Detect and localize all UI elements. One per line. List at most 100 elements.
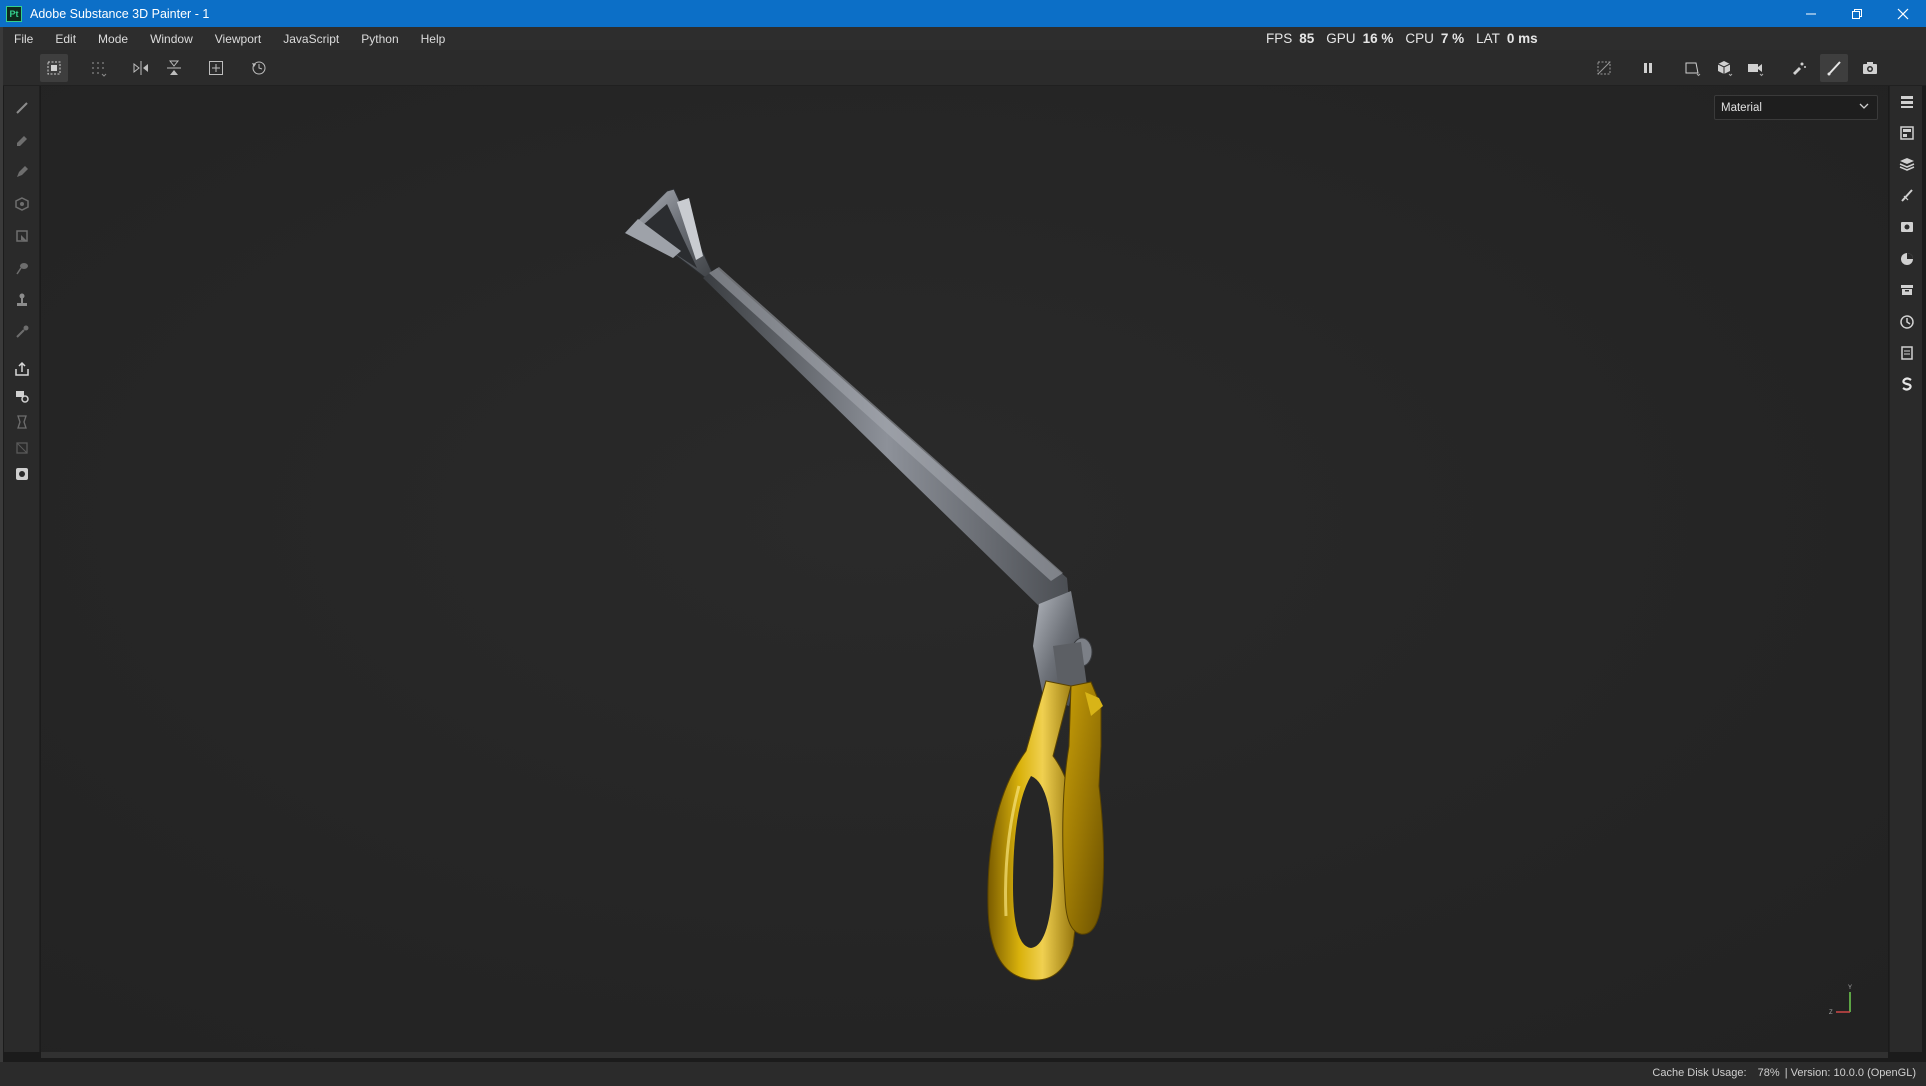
projection-tool[interactable]: [12, 162, 32, 182]
render-icon: [16, 468, 28, 480]
shader-settings-button[interactable]: [1897, 249, 1917, 269]
view-3d-icon: [1717, 61, 1733, 77]
status-info: Cache Disk Usage: 78% | Version: 10.0.0 …: [1644, 1067, 1916, 1079]
restore-button[interactable]: [1834, 0, 1880, 27]
axis-gizmo: Y Z: [1829, 985, 1852, 1016]
forceps-jaw: [624, 188, 714, 280]
hide-icon: [1597, 61, 1611, 75]
minimize-button[interactable]: [1788, 0, 1834, 27]
bake-icon: [15, 361, 29, 376]
cache-value: 78%: [1757, 1067, 1780, 1079]
channel-dropdown[interactable]: Material: [1714, 95, 1878, 120]
menu-edit[interactable]: Edit: [44, 27, 87, 50]
minimize-icon: [1806, 13, 1816, 14]
uv-tool[interactable]: [12, 438, 32, 458]
texture-set-list-icon: [1901, 96, 1913, 108]
display-settings-icon: [1901, 222, 1913, 232]
fps-value: 85: [1299, 31, 1315, 46]
forceps-shaft: [703, 267, 1071, 626]
close-icon: [1897, 8, 1909, 19]
window-title: Adobe Substance 3D Painter - 1: [30, 6, 210, 21]
forceps-handle-rear: [1062, 681, 1105, 935]
export-icon: [16, 391, 29, 403]
geometry-mask-tool[interactable]: [12, 226, 32, 246]
export-tool[interactable]: [12, 386, 32, 406]
pause-button[interactable]: [1634, 54, 1662, 82]
cache-label: Cache Disk Usage:: [1652, 1067, 1747, 1079]
window-controls: [1788, 0, 1926, 27]
polygon-fill-icon: [15, 197, 29, 211]
symmetry-y-icon: [167, 60, 181, 75]
history-button[interactable]: [1897, 312, 1917, 332]
add-frame-button[interactable]: [202, 54, 230, 82]
bucket-tool[interactable]: [12, 412, 32, 432]
layers-button[interactable]: [1897, 154, 1917, 174]
surgical-forceps-model: [624, 188, 1105, 981]
camera-button[interactable]: [1741, 54, 1769, 82]
add-frame-icon: [209, 61, 223, 75]
menu-viewport[interactable]: Viewport: [204, 27, 272, 50]
log-button[interactable]: [1897, 343, 1917, 363]
paint-mode-button[interactable]: [1820, 54, 1848, 82]
screenshot-button[interactable]: [1856, 54, 1884, 82]
bake-tool[interactable]: [12, 359, 32, 379]
cpu-value: 7 %: [1440, 31, 1465, 46]
3d-viewport[interactable]: Y Z: [41, 86, 1888, 1052]
bucket-icon: [17, 415, 27, 429]
gpu-value: 16 %: [1362, 31, 1394, 46]
view-2d-button[interactable]: [1678, 54, 1706, 82]
smudge-icon: [16, 263, 28, 275]
menu-help[interactable]: Help: [410, 27, 457, 50]
chevron-down-icon: [1859, 103, 1869, 109]
hide-button[interactable]: [1590, 54, 1618, 82]
reset-button[interactable]: [245, 54, 273, 82]
smudge-tool[interactable]: [12, 258, 32, 278]
performance-stats: FPS 85 GPU 16 % CPU 7 % LAT 0 ms: [1266, 27, 1550, 50]
properties-button[interactable]: [1897, 185, 1917, 205]
close-button[interactable]: [1880, 0, 1926, 27]
texture-set-settings-icon: [1900, 126, 1914, 140]
polygon-fill-tool[interactable]: [12, 194, 32, 214]
view-3d-button[interactable]: [1710, 54, 1738, 82]
assets-button[interactable]: [1897, 280, 1917, 300]
substance-button[interactable]: [1897, 374, 1917, 394]
texture-set-settings-button[interactable]: [1897, 123, 1917, 143]
clone-tool[interactable]: [12, 290, 32, 310]
cpu-label: CPU: [1405, 31, 1434, 46]
screenshot-icon: [1863, 62, 1877, 74]
geometry-mask-icon: [16, 230, 28, 242]
paint-tool[interactable]: [12, 98, 32, 118]
symmetry-x-icon: [133, 61, 148, 75]
menu-file[interactable]: File: [0, 27, 44, 50]
symmetry-x-button[interactable]: [127, 54, 155, 82]
color-picker-icon: [16, 325, 29, 338]
symmetry-y-button[interactable]: [160, 54, 188, 82]
projection-icon: [17, 166, 28, 177]
render-tool[interactable]: [12, 464, 32, 484]
select-button[interactable]: [40, 54, 68, 82]
shader-settings-icon: [1901, 253, 1913, 265]
log-icon: [1901, 346, 1913, 360]
grid-button[interactable]: [84, 54, 112, 82]
pause-icon: [1644, 63, 1652, 73]
panels-bar: [1889, 86, 1922, 1052]
reset-icon: [252, 61, 266, 75]
menu-window[interactable]: Window: [139, 27, 204, 50]
display-settings-button[interactable]: [1897, 217, 1917, 237]
color-picker-tool[interactable]: [12, 322, 32, 342]
viewport-bottom-strip: [41, 1052, 1888, 1058]
menu-mode[interactable]: Mode: [87, 27, 139, 50]
gpu-label: GPU: [1326, 31, 1356, 46]
assets-icon: [1901, 285, 1913, 295]
effects-icon: [1793, 62, 1806, 75]
texture-set-list-button[interactable]: [1897, 92, 1917, 112]
axis-y-label: Y: [1848, 985, 1852, 991]
eraser-tool[interactable]: [12, 130, 32, 150]
menu-python[interactable]: Python: [350, 27, 409, 50]
effects-button[interactable]: [1785, 54, 1813, 82]
menu-javascript[interactable]: JavaScript: [272, 27, 350, 50]
clone-icon: [17, 293, 27, 306]
title-bar: Pt Adobe Substance 3D Painter - 1: [0, 0, 1926, 27]
properties-icon: [1901, 189, 1913, 202]
menu-bar: File Edit Mode Window Viewport JavaScrip…: [0, 27, 1926, 50]
